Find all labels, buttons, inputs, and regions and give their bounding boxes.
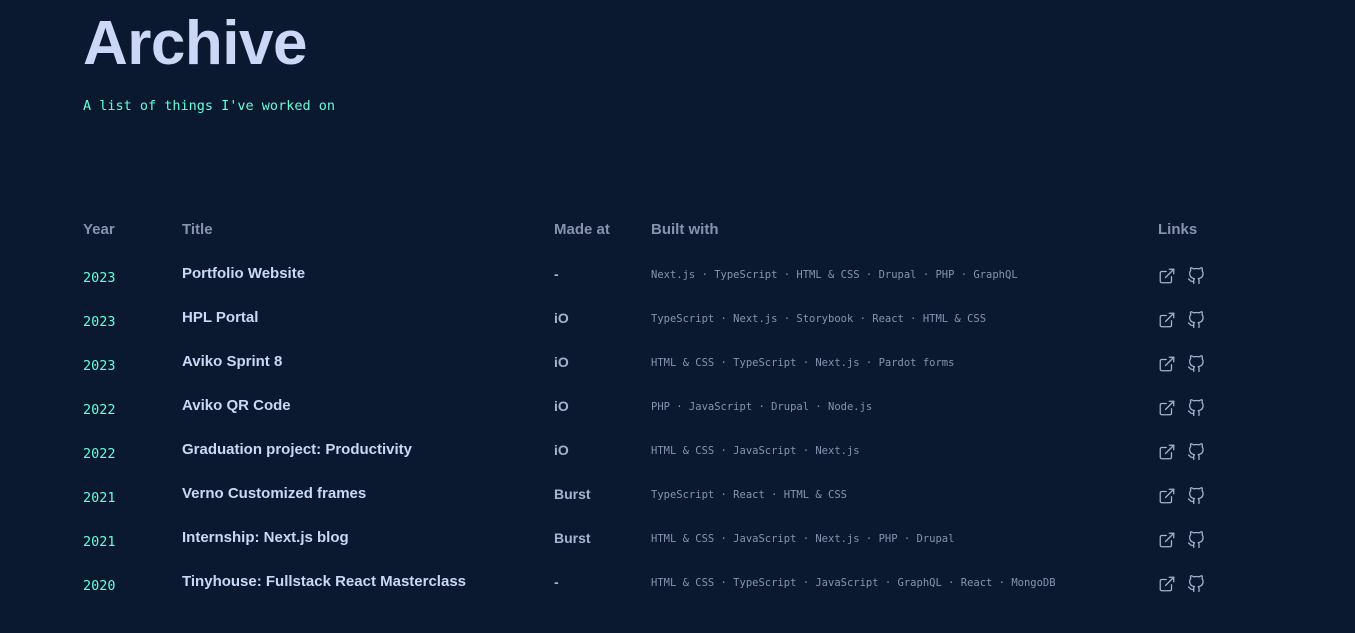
- external-link-icon[interactable]: [1158, 355, 1176, 373]
- table-row: 2023 HPL Portal iO TypeScript · Next.js …: [83, 304, 1273, 348]
- table-row: 2020 Tinyhouse: Fullstack React Mastercl…: [83, 568, 1273, 612]
- header-made-at: Made at: [554, 221, 610, 238]
- github-icon[interactable]: [1187, 311, 1205, 329]
- row-title: Internship: Next.js blog: [182, 529, 349, 546]
- row-made-at: iO: [554, 354, 569, 370]
- row-title: HPL Portal: [182, 309, 259, 326]
- header-title: Title: [182, 221, 213, 238]
- row-links: [1158, 399, 1205, 417]
- row-made-at: iO: [554, 310, 569, 326]
- row-year: 2022: [83, 446, 116, 462]
- github-icon[interactable]: [1187, 399, 1205, 417]
- row-year: 2022: [83, 402, 116, 418]
- row-links: [1158, 311, 1205, 329]
- github-icon[interactable]: [1187, 355, 1205, 373]
- table-row: 2022 Aviko QR Code iO PHP · JavaScript ·…: [83, 392, 1273, 436]
- archive-table: Year Title Made at Built with Links 2023…: [83, 218, 1273, 612]
- row-made-at: Burst: [554, 486, 591, 502]
- table-row: 2021 Verno Customized frames Burst TypeS…: [83, 480, 1273, 524]
- row-links: [1158, 531, 1205, 549]
- row-title: Aviko QR Code: [182, 397, 291, 414]
- row-made-at: iO: [554, 442, 569, 458]
- row-year: 2023: [83, 270, 116, 286]
- row-year: 2023: [83, 314, 116, 330]
- github-icon[interactable]: [1187, 487, 1205, 505]
- header-year: Year: [83, 221, 115, 238]
- row-built-with: HTML & CSS · JavaScript · Next.js: [651, 445, 860, 457]
- table-header: Year Title Made at Built with Links: [83, 218, 1273, 260]
- row-built-with: TypeScript · React · HTML & CSS: [651, 489, 847, 501]
- external-link-icon[interactable]: [1158, 443, 1176, 461]
- table-row: 2023 Portfolio Website - Next.js · TypeS…: [83, 260, 1273, 304]
- row-links: [1158, 267, 1205, 285]
- github-icon[interactable]: [1187, 267, 1205, 285]
- github-icon[interactable]: [1187, 531, 1205, 549]
- table-row: 2022 Graduation project: Productivity iO…: [83, 436, 1273, 480]
- row-title: Graduation project: Productivity: [182, 441, 413, 458]
- row-year: 2021: [83, 534, 116, 550]
- external-link-icon[interactable]: [1158, 575, 1176, 593]
- row-title: Aviko Sprint 8: [182, 353, 283, 370]
- row-year: 2021: [83, 490, 116, 506]
- row-title: Tinyhouse: Fullstack React Masterclass: [182, 573, 467, 590]
- row-year: 2023: [83, 358, 116, 374]
- row-made-at: -: [554, 266, 559, 282]
- row-links: [1158, 443, 1205, 461]
- table-row: 2023 Aviko Sprint 8 iO HTML & CSS · Type…: [83, 348, 1273, 392]
- page-subtitle: A list of things I've worked on: [83, 98, 335, 114]
- row-links: [1158, 355, 1205, 373]
- external-link-icon[interactable]: [1158, 487, 1176, 505]
- external-link-icon[interactable]: [1158, 267, 1176, 285]
- external-link-icon[interactable]: [1158, 399, 1176, 417]
- row-built-with: HTML & CSS · TypeScript · JavaScript · G…: [651, 577, 1056, 589]
- table-row: 2021 Internship: Next.js blog Burst HTML…: [83, 524, 1273, 568]
- row-links: [1158, 575, 1205, 593]
- row-made-at: -: [554, 574, 559, 590]
- external-link-icon[interactable]: [1158, 311, 1176, 329]
- row-title: Portfolio Website: [182, 265, 306, 282]
- row-links: [1158, 487, 1205, 505]
- row-year: 2020: [83, 578, 116, 594]
- row-made-at: Burst: [554, 530, 591, 546]
- row-built-with: Next.js · TypeScript · HTML & CSS · Drup…: [651, 269, 1018, 281]
- row-title: Verno Customized frames: [182, 485, 367, 502]
- row-built-with: HTML & CSS · TypeScript · Next.js · Pard…: [651, 357, 955, 369]
- row-built-with: PHP · JavaScript · Drupal · Node.js: [651, 401, 873, 413]
- github-icon[interactable]: [1187, 575, 1205, 593]
- external-link-icon[interactable]: [1158, 531, 1176, 549]
- header-built-with: Built with: [651, 221, 719, 238]
- github-icon[interactable]: [1187, 443, 1205, 461]
- row-built-with: TypeScript · Next.js · Storybook · React…: [651, 313, 987, 325]
- row-built-with: HTML & CSS · JavaScript · Next.js · PHP …: [651, 533, 955, 545]
- header-links: Links: [1158, 221, 1198, 238]
- row-made-at: iO: [554, 398, 569, 414]
- page-title: Archive: [83, 9, 307, 78]
